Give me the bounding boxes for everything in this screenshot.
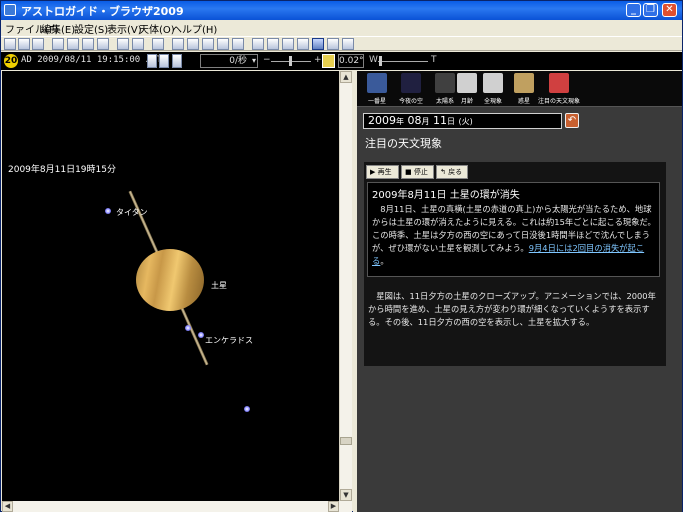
minus-label: − <box>263 55 271 65</box>
scroll-down-icon[interactable]: ▼ <box>340 489 352 501</box>
horizontal-scrollbar[interactable]: ◀ ▶ <box>2 501 352 512</box>
menu-help[interactable]: ヘルプ(H) <box>172 21 217 36</box>
saturn-label: 土星 <box>211 281 227 290</box>
guide-button-label: 一番星 <box>367 98 386 105</box>
guide-button-label: 全現象 <box>483 98 502 105</box>
guide-button-5[interactable]: 惑星 <box>507 73 541 106</box>
guide-button-1[interactable]: 今夜の空 <box>394 73 428 106</box>
scope-icon[interactable] <box>282 38 294 50</box>
guide-button-6[interactable]: 注目の天文現象 <box>537 73 581 106</box>
grid-icon[interactable] <box>152 38 164 50</box>
night-sky-icon <box>401 73 421 93</box>
speed-select[interactable]: 0/秒 <box>200 54 258 68</box>
event-content: ▶ 再生 ■ 停止 ↰ 戻る 2009年8月11日 土星の環が消失 8月11日、… <box>364 162 666 366</box>
close-button[interactable]: ✕ <box>662 3 677 17</box>
zoom-slider-thumb[interactable] <box>379 56 382 66</box>
print-icon[interactable] <box>18 38 30 50</box>
copy-icon[interactable] <box>32 38 44 50</box>
event-article: 2009年8月11日 土星の環が消失 8月11日、土星の真横(土星の赤道の真上)… <box>367 182 660 277</box>
panel-toggle-icon[interactable] <box>312 38 324 50</box>
play-button[interactable]: ▶ 再生 <box>366 165 399 179</box>
menu-edit[interactable]: 編集(E) <box>41 21 75 36</box>
alert-icon <box>549 73 569 93</box>
guide-button-label: 惑星 <box>517 98 530 105</box>
globe-view-icon[interactable] <box>82 38 94 50</box>
chart-description: 星図は、11日夕方の土星のクローズアップ。アニメーションでは、2000年から時間… <box>368 291 656 327</box>
date-field[interactable]: 2009年 08月 11日 (火) <box>363 113 562 129</box>
constellation-toggle-icon[interactable] <box>232 38 244 50</box>
window-title: アストロガイド・ブラウザ2009 <box>21 5 184 18</box>
scroll-right-icon[interactable]: ▶ <box>328 501 339 512</box>
title-bar[interactable]: アストロガイド・ブラウザ2009 _ ❐ ✕ <box>1 1 682 20</box>
scroll-left-icon[interactable]: ◀ <box>2 501 13 512</box>
stop-button[interactable]: ■ 停止 <box>401 165 434 179</box>
guide-button-label: 注目の天文現象 <box>537 98 580 105</box>
step-back-icon[interactable] <box>147 54 157 68</box>
enceladus-label: エンケラドス <box>205 336 253 345</box>
planet-toggle-icon[interactable] <box>172 38 184 50</box>
back-button[interactable]: ↰ 戻る <box>436 165 468 179</box>
guide-button-4[interactable]: 全現象 <box>476 73 510 106</box>
moon-small[interactable] <box>185 325 191 331</box>
menu-bar: ファイル(F) 編集(E) 設定(S) 表示(V) 天体(O) ヘルプ(H) <box>1 20 682 36</box>
calendar-icon <box>483 73 503 93</box>
animation-icon[interactable] <box>297 38 309 50</box>
comet-toggle-icon[interactable] <box>217 38 229 50</box>
guide-toolbar: 一番星 今夜の空 太陽系 月齢 全現象 惑星 注目の天文現象 <box>357 71 682 107</box>
menu-view[interactable]: 表示(V) <box>107 21 142 36</box>
night-mode-icon[interactable] <box>342 38 354 50</box>
guide-button-label: 今夜の空 <box>398 98 423 105</box>
open-icon[interactable] <box>4 38 16 50</box>
telescope-view-icon[interactable] <box>97 38 109 50</box>
sky-chart[interactable]: 2009年8月11日19時15分 タイタン 土星 エンケラドス <box>2 71 339 501</box>
star-toggle-icon[interactable] <box>187 38 199 50</box>
plus-label: + <box>314 55 322 65</box>
maximize-button[interactable]: ❐ <box>643 3 658 17</box>
app-window: アストロガイド・ブラウザ2009 _ ❐ ✕ ファイル(F) 編集(E) 設定(… <box>0 0 683 512</box>
speed-slider-thumb[interactable] <box>289 56 292 66</box>
app-icon <box>4 4 16 16</box>
titan-moon[interactable] <box>105 208 111 214</box>
menu-settings[interactable]: 設定(S) <box>74 21 108 36</box>
guide-button-0[interactable]: 一番星 <box>360 73 394 106</box>
return-icon[interactable]: ↶ <box>565 113 579 128</box>
star-icon <box>367 73 387 93</box>
moon-calendar-icon <box>457 73 477 93</box>
zoom-out-icon[interactable] <box>132 38 144 50</box>
chart-view-icon[interactable] <box>52 38 64 50</box>
tele-label: T <box>431 55 437 65</box>
article-body: 8月11日、土星の真横(土星の赤道の真上)から太陽光が当たるため、地球からは土星… <box>372 204 656 266</box>
time-spin-icon[interactable] <box>172 54 182 68</box>
section-title: 注目の天文現象 <box>365 137 442 150</box>
menu-object[interactable]: 天体(O) <box>139 21 175 36</box>
version-badge: 20 <box>4 54 18 68</box>
vertical-scrollbar[interactable]: ▲ ▼ <box>339 71 352 501</box>
saturn-planet[interactable] <box>136 249 204 311</box>
guide-panel: 一番星 今夜の空 太陽系 月齢 全現象 惑星 注目の天文現象 2009年 08月 11日 (… <box>357 71 682 512</box>
moon-faint[interactable] <box>244 406 250 412</box>
main-toolbar <box>1 36 682 51</box>
mirror-icon[interactable] <box>252 38 264 50</box>
step-forward-icon[interactable] <box>159 54 169 68</box>
minimize-button[interactable]: _ <box>626 3 641 17</box>
flip-icon[interactable] <box>267 38 279 50</box>
titan-label: タイタン <box>116 208 148 217</box>
nebula-toggle-icon[interactable] <box>202 38 214 50</box>
article-title: 2009年8月11日 土星の環が消失 <box>372 190 520 201</box>
field-of-view-icon[interactable] <box>322 54 335 68</box>
wide-label: W <box>369 55 378 65</box>
zoom-field[interactable]: 0.02° <box>338 54 364 68</box>
enceladus-moon[interactable] <box>198 332 204 338</box>
scroll-thumb[interactable] <box>340 437 352 445</box>
zoom-slider-track[interactable] <box>378 61 428 62</box>
horizon-view-icon[interactable] <box>67 38 79 50</box>
highlight-icon[interactable] <box>327 38 339 50</box>
datetime-display[interactable]: AD 2009/08/11 19:15:00 JST <box>21 55 162 65</box>
zoom-in-icon[interactable] <box>117 38 129 50</box>
time-toolbar: 20 AD 2009/08/11 19:15:00 JST 0/秒 − + 0.… <box>1 52 682 70</box>
sky-timestamp: 2009年8月11日19時15分 <box>8 165 116 175</box>
planet-book-icon <box>514 73 534 93</box>
scroll-up-icon[interactable]: ▲ <box>340 71 352 83</box>
